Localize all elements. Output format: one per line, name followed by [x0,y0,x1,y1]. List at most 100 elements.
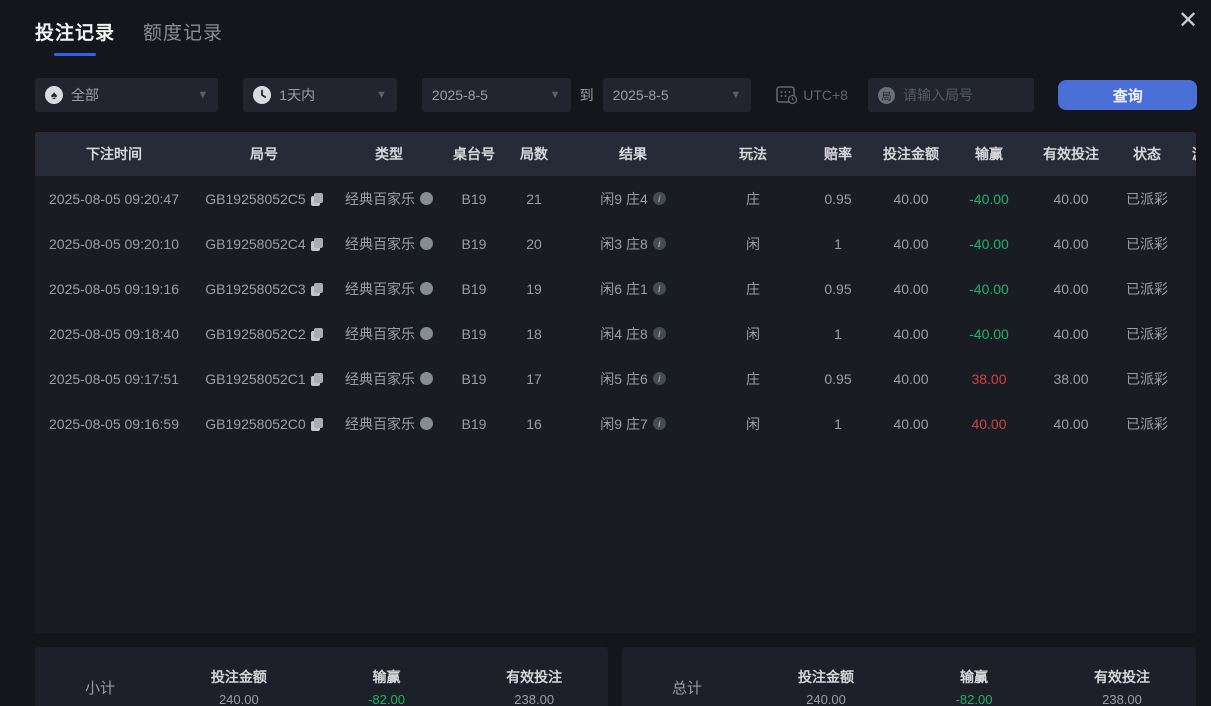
time-range-dropdown[interactable]: 1天内 ▼ [243,78,397,112]
cell-game-mode: 入座 [1181,266,1196,311]
cell-game-mode: 入座 [1181,311,1196,356]
game-type-dropdown[interactable]: ♠ 全部 ▼ [35,78,219,112]
cell-status: 已派彩 [1126,190,1168,207]
chevron-down-icon: ▼ [376,89,387,101]
copy-icon[interactable] [310,192,323,206]
cell-type: 经典百家乐 [335,311,443,356]
total-bet-amount: 投注金额 240.00 [798,669,854,706]
subtotal-win-loss: 输赢 -82.00 [368,669,405,706]
cell-win-loss: -40.00 [969,235,1009,252]
cell-win-loss: 38.00 [971,370,1007,387]
cell-odds: 1 [834,325,842,342]
round-number-icon: 局 [877,86,895,104]
cell-bet-time: 2025-08-05 09:17:51 [49,370,179,387]
cell-win-loss: -40.00 [969,280,1009,297]
round-search-box: 局 [867,78,1035,112]
col-header-table-no: 桌台号 [443,132,505,176]
cell-round-id: GB19258052C4 [193,221,335,266]
cell-round-id: GB19258052C1 [193,356,335,401]
cell-valid-bet: 40.00 [1053,280,1089,297]
filter-bar: ♠ 全部 ▼ 1天内 ▼ 2025-8-5 ▼ 到 2025-8-5 ▼ UTC… [35,78,1197,112]
col-header-result: 结果 [563,132,703,176]
records-table-container: 下注时间 局号 类型 桌台号 局数 结果 玩法 赔率 投注金额 输赢 有效投注 … [35,132,1196,633]
table-row: 2025-08-05 09:17:51 GB19258052C1 经典百家乐 B… [35,356,1196,401]
cell-play: 庄 [746,280,760,297]
cell-type: 经典百家乐 [335,176,443,221]
table-row: 2025-08-05 09:18:40 GB19258052C2 经典百家乐 B… [35,311,1196,356]
table-row: 2025-08-05 09:20:47 GB19258052C5 经典百家乐 B… [35,176,1196,221]
tab-active-underline [54,53,96,56]
cell-result: 闲6 庄1 i [563,266,703,311]
total-valid-bet: 有效投注 238.00 [1094,669,1150,706]
clock-icon [253,86,272,104]
cell-round-id: GB19258052C3 [193,266,335,311]
cell-status: 已派彩 [1126,415,1168,432]
cell-valid-bet: 40.00 [1053,415,1089,432]
game-badge-icon [420,417,433,430]
cell-bet-amount: 40.00 [893,370,929,387]
chevron-down-icon: ▼ [730,89,742,101]
cell-type: 经典百家乐 [335,266,443,311]
to-label: 到 [579,87,594,103]
tab-quota-records[interactable]: 额度记录 [143,18,223,56]
col-header-round-id: 局号 [193,132,335,176]
col-header-game-mode: 游戏模式 [1181,132,1196,176]
cell-odds: 1 [834,235,842,252]
col-header-type: 类型 [335,132,443,176]
info-icon[interactable]: i [652,237,666,250]
query-button[interactable]: 查询 [1058,80,1197,110]
cell-game-mode: 入座 [1181,401,1196,446]
date-from-value: 2025-8-5 [431,87,488,103]
col-header-round-no: 局数 [505,132,563,176]
records-table: 下注时间 局号 类型 桌台号 局数 结果 玩法 赔率 投注金额 输赢 有效投注 … [35,132,1196,446]
cell-result: 闲9 庄4 i [563,176,703,221]
cell-play: 闲 [746,415,760,432]
game-badge-icon [420,327,433,340]
copy-icon[interactable] [310,327,323,341]
cell-result: 闲3 庄8 i [563,221,703,266]
copy-icon[interactable] [310,282,323,296]
cell-result: 闲5 庄6 i [563,356,703,401]
tab-bet-records[interactable]: 投注记录 [35,18,115,56]
total-win-loss: 输赢 -82.00 [955,669,993,706]
cell-game-mode: 入座 [1181,221,1196,266]
cell-table-no: B19 [461,280,487,297]
info-icon[interactable]: i [652,417,666,430]
copy-icon[interactable] [310,372,323,386]
cell-table-no: B19 [461,370,487,387]
game-badge-icon [420,237,433,250]
cell-odds: 0.95 [824,190,852,207]
info-icon[interactable]: i [652,192,666,205]
timezone-label: UTC+8 [803,87,848,103]
tabbar: 投注记录 额度记录 [35,18,223,56]
game-badge-icon [420,192,433,205]
game-badge-icon [420,372,433,385]
cell-table-no: B19 [461,325,487,342]
cell-play: 庄 [746,190,760,207]
date-from-dropdown[interactable]: 2025-8-5 ▼ [421,78,571,112]
date-to-dropdown[interactable]: 2025-8-5 ▼ [602,78,752,112]
cell-valid-bet: 40.00 [1053,325,1089,342]
calendar-clock-icon [776,86,798,105]
table-row: 2025-08-05 09:20:10 GB19258052C4 经典百家乐 B… [35,221,1196,266]
cell-odds: 0.95 [824,370,852,387]
cell-type: 经典百家乐 [335,221,443,266]
cell-round-no: 17 [526,370,542,387]
copy-icon[interactable] [310,417,323,431]
cell-valid-bet: 38.00 [1053,370,1089,387]
cell-odds: 1 [834,415,842,432]
info-icon[interactable]: i [652,327,666,340]
copy-icon[interactable] [310,237,323,251]
cell-game-mode: 入座 [1181,356,1196,401]
cell-table-no: B19 [461,235,487,252]
info-icon[interactable]: i [652,372,666,385]
info-icon[interactable]: i [652,282,666,295]
cell-bet-time: 2025-08-05 09:20:10 [49,235,179,252]
round-search-input[interactable] [902,87,1013,103]
close-icon[interactable]: ✕ [1173,6,1203,36]
table-row: 2025-08-05 09:16:59 GB19258052C0 经典百家乐 B… [35,401,1196,446]
cell-bet-amount: 40.00 [893,415,929,432]
col-header-valid-bet: 有效投注 [1029,132,1113,176]
cell-round-id: GB19258052C0 [193,401,335,446]
tab-quota-records-label: 额度记录 [143,23,224,44]
